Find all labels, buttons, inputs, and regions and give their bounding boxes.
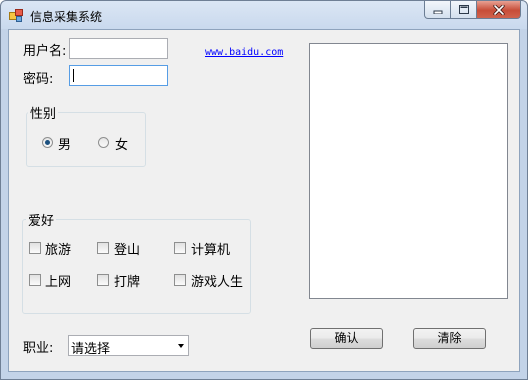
confirm-button[interactable]: 确认 [310,328,383,349]
gender-female-radio[interactable] [98,137,109,148]
hobby-travel-checkbox[interactable] [29,242,41,254]
hobby-cards-label[interactable]: 打牌 [114,271,140,290]
maximize-button[interactable] [451,1,477,19]
gender-male-radio[interactable] [42,137,53,148]
radio-selected-dot [45,140,50,145]
text-caret [73,69,74,82]
hobbies-group [22,219,251,314]
clear-button[interactable]: 清除 [413,328,486,349]
gender-group-title: 性别 [28,103,59,122]
minimize-icon [433,10,442,14]
password-field[interactable] [69,65,168,86]
job-select[interactable]: 请选择 [68,335,189,357]
hobbies-group-title: 爱好 [26,210,57,229]
client-area: 用户名: 密码: www.baidu.com 性别 男 女 爱好 旅游 登山 计… [8,29,520,372]
gender-male-label[interactable]: 男 [58,134,71,153]
gender-female-label[interactable]: 女 [115,134,128,153]
username-label: 用户名: [23,44,67,59]
baidu-link[interactable]: www.baidu.com [205,47,283,58]
window-title: 信息采集系统 [30,10,103,24]
app-icon [9,9,23,22]
close-button[interactable] [477,1,521,19]
maximize-icon [458,5,469,14]
hobby-gaming-label[interactable]: 游戏人生 [191,271,243,290]
hobby-computer-label[interactable]: 计算机 [191,239,230,258]
title-bar[interactable]: 信息采集系统 [1,1,527,29]
hobby-travel-label[interactable]: 旅游 [45,239,71,258]
job-label: 职业: [23,341,54,356]
hobby-climbing-checkbox[interactable] [97,242,109,254]
main-window: 信息采集系统 用户名: 密码: www.baidu.com 性别 男 女 爱好 … [0,0,528,380]
info-listbox[interactable] [309,43,508,299]
password-label: 密码: [23,72,54,87]
minimize-button[interactable] [424,1,451,19]
hobby-gaming-checkbox[interactable] [174,274,186,286]
dropdown-arrow-icon [178,344,184,348]
hobby-climbing-label[interactable]: 登山 [114,239,140,258]
hobby-internet-checkbox[interactable] [29,274,41,286]
hobby-internet-label[interactable]: 上网 [45,271,71,290]
close-icon [492,4,505,15]
hobby-cards-checkbox[interactable] [97,274,109,286]
job-select-value: 请选择 [71,342,111,357]
username-field[interactable] [69,38,168,59]
hobby-computer-checkbox[interactable] [174,242,186,254]
